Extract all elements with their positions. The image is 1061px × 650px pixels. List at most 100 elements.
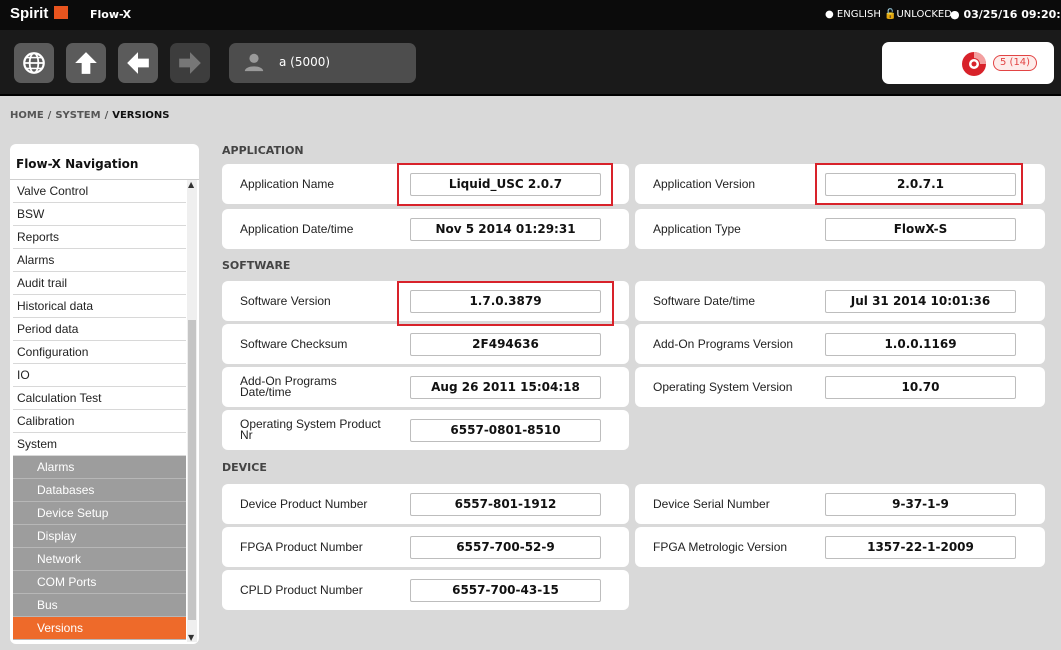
field-device-serial: Device Serial Number 9-37-1-9 — [635, 484, 1045, 524]
breadcrumb-separator: / — [47, 110, 52, 121]
field-value: Jul 31 2014 10:01:36 — [825, 290, 1016, 313]
language-label: ENGLISH — [836, 9, 881, 20]
top-bar: Spirit Flow-X ● ENGLISH 🔓UNLOCKED ● 03/2… — [0, 0, 1061, 30]
field-label: Software Date/time — [653, 293, 756, 308]
field-addon-datetime: Add-On Programs Date/time Aug 26 2011 15… — [222, 367, 629, 407]
clock-icon: ● — [950, 8, 960, 21]
alarm-bell-icon — [962, 52, 986, 76]
field-value: 6557-700-52-9 — [410, 536, 601, 559]
sidebar-scrollbar[interactable]: ▲ ▼ — [187, 180, 197, 642]
sidebar-item-audit-trail[interactable]: Audit trail — [13, 272, 186, 295]
field-os-version: Operating System Version 10.70 — [635, 367, 1045, 407]
up-button[interactable] — [66, 43, 106, 83]
sidebar-item-alarms[interactable]: Alarms — [13, 249, 186, 272]
arrow-right-icon — [179, 52, 201, 74]
field-label: Application Date/time — [240, 221, 354, 236]
field-value: 10.70 — [825, 376, 1016, 399]
field-value: 6557-700-43-15 — [410, 579, 601, 602]
field-value: 6557-0801-8510 — [410, 419, 601, 442]
breadcrumb-current: VERSIONS — [112, 110, 170, 121]
field-value: 9-37-1-9 — [825, 493, 1016, 516]
field-application-datetime: Application Date/time Nov 5 2014 01:29:3… — [222, 209, 629, 249]
sidebar-subitem-versions[interactable]: Versions — [13, 617, 186, 640]
field-software-checksum: Software Checksum 2F494636 — [222, 324, 629, 364]
field-fpga-product: FPGA Product Number 6557-700-52-9 — [222, 527, 629, 567]
field-application-type: Application Type FlowX-S — [635, 209, 1045, 249]
sidebar-item-io[interactable]: IO — [13, 364, 186, 387]
field-label: Device Serial Number — [653, 496, 770, 511]
sidebar-item-bsw[interactable]: BSW — [13, 203, 186, 226]
datetime-label: 03/25/16 09:20:3 — [963, 8, 1061, 21]
field-value: 1357-22-1-2009 — [825, 536, 1016, 559]
field-label: Application Version — [653, 176, 756, 191]
scroll-down-icon[interactable]: ▼ — [188, 633, 194, 642]
breadcrumb-home[interactable]: HOME — [10, 110, 44, 121]
field-value: 1.0.0.1169 — [825, 333, 1016, 356]
arrow-left-icon — [127, 52, 149, 74]
lock-icon: 🔓 — [884, 9, 897, 20]
field-label: Device Product Number — [240, 496, 368, 511]
sidebar-item-system[interactable]: System — [13, 433, 186, 456]
field-label: Application Type — [653, 221, 741, 236]
sidebar-subitem-alarms[interactable]: Alarms — [13, 456, 186, 479]
globe-button[interactable] — [14, 43, 54, 83]
scroll-up-icon[interactable]: ▲ — [188, 180, 194, 189]
toolbar: a (5000) 5 (14) — [0, 30, 1061, 96]
field-software-datetime: Software Date/time Jul 31 2014 10:01:36 — [635, 281, 1045, 321]
arrow-up-icon — [75, 52, 97, 74]
field-label: Add-On Programs Version — [653, 336, 794, 351]
field-addon-version: Add-On Programs Version 1.0.0.1169 — [635, 324, 1045, 364]
sidebar-navigation: Flow-X Navigation Valve Control BSW Repo… — [10, 144, 199, 644]
sidebar-subitem-network[interactable]: Network — [13, 548, 186, 571]
sidebar-item-calculation-test[interactable]: Calculation Test — [13, 387, 186, 410]
field-value: 6557-801-1912 — [410, 493, 601, 516]
alarm-count-badge: 5 (14) — [993, 55, 1038, 71]
sidebar-subitem-display[interactable]: Display — [13, 525, 186, 548]
scrollbar-thumb[interactable] — [188, 320, 196, 620]
sidebar-item-historical-data[interactable]: Historical data — [13, 295, 186, 318]
field-label: FPGA Product Number — [240, 539, 363, 554]
clock: ● 03/25/16 09:20:3 — [950, 8, 1061, 21]
forward-button[interactable] — [170, 43, 210, 83]
field-label: CPLD Product Number — [240, 582, 363, 597]
sidebar-item-calibration[interactable]: Calibration — [13, 410, 186, 433]
section-application: APPLICATION — [222, 144, 304, 157]
field-label: Operating System Product Nr — [240, 417, 381, 442]
sidebar-subitem-bus[interactable]: Bus — [13, 594, 186, 617]
field-value: Nov 5 2014 01:29:31 — [410, 218, 601, 241]
section-software: SOFTWARE — [222, 259, 291, 272]
field-label: Operating System Version — [653, 379, 793, 394]
language-selector[interactable]: ● ENGLISH — [825, 9, 881, 20]
sidebar-item-reports[interactable]: Reports — [13, 226, 186, 249]
field-label: FPGA Metrologic Version — [653, 539, 788, 554]
field-label: Application Name — [240, 176, 335, 191]
sidebar-list: Valve Control BSW Reports Alarms Audit t… — [13, 180, 186, 640]
user-icon — [244, 53, 264, 72]
highlight-application-name — [397, 163, 613, 206]
lock-label: UNLOCKED — [896, 9, 952, 20]
section-device: DEVICE — [222, 461, 267, 474]
alarm-indicator[interactable]: 5 (14) — [882, 42, 1054, 84]
user-button[interactable]: a (5000) — [229, 43, 416, 83]
brand-logo: Spirit — [10, 5, 49, 22]
sidebar-subitem-com-ports[interactable]: COM Ports — [13, 571, 186, 594]
field-value: FlowX-S — [825, 218, 1016, 241]
app-title: Flow-X — [90, 8, 132, 21]
field-label: Add-On Programs Date/time — [240, 374, 337, 399]
field-label: Software Checksum — [240, 336, 348, 351]
sidebar-subitem-device-setup[interactable]: Device Setup — [13, 502, 186, 525]
breadcrumb-system[interactable]: SYSTEM — [55, 110, 100, 121]
lock-status[interactable]: 🔓UNLOCKED — [884, 9, 952, 20]
breadcrumb: HOME / SYSTEM / VERSIONS — [10, 110, 169, 121]
field-cpld-product: CPLD Product Number 6557-700-43-15 — [222, 570, 629, 610]
sidebar-subitem-databases[interactable]: Databases — [13, 479, 186, 502]
highlight-application-version — [815, 163, 1023, 205]
sidebar-item-configuration[interactable]: Configuration — [13, 341, 186, 364]
field-value: 2F494636 — [410, 333, 601, 356]
back-button[interactable] — [118, 43, 158, 83]
field-device-product: Device Product Number 6557-801-1912 — [222, 484, 629, 524]
sidebar-title: Flow-X Navigation — [10, 148, 199, 180]
breadcrumb-separator: / — [104, 110, 109, 121]
sidebar-item-valve-control[interactable]: Valve Control — [13, 180, 186, 203]
sidebar-item-period-data[interactable]: Period data — [13, 318, 186, 341]
